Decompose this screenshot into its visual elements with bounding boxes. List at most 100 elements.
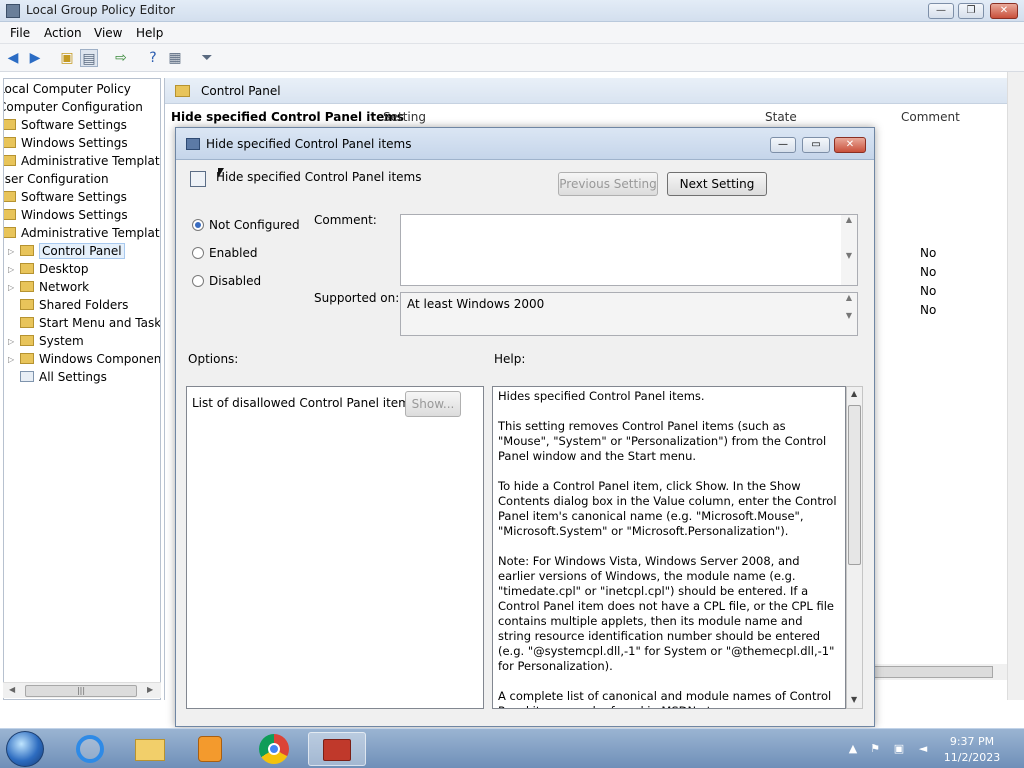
setting-state-value: No	[920, 303, 937, 317]
scroll-thumb[interactable]	[873, 666, 993, 678]
up-folder-icon[interactable]: ▣	[58, 49, 76, 67]
export-list-icon[interactable]: ⇨	[112, 49, 130, 67]
comment-scrollbar[interactable]: ▲ ▼	[841, 215, 857, 285]
show-hide-tree-icon[interactable]: ▤	[80, 49, 98, 67]
radio-enabled[interactable]: Enabled	[192, 246, 258, 260]
menu-view[interactable]: View	[94, 26, 122, 40]
clock-time: 9:37 PM	[949, 735, 995, 748]
scroll-thumb[interactable]	[848, 405, 861, 565]
disallowed-items-label: List of disallowed Control Panel items	[192, 396, 417, 410]
help-icon[interactable]: ?	[144, 49, 162, 67]
policy-icon	[186, 138, 200, 150]
previous-setting-button[interactable]: Previous Setting	[558, 172, 658, 196]
network-icon[interactable]: ▣	[892, 742, 906, 756]
properties-icon[interactable]: ▦	[166, 49, 184, 67]
volume-muted-icon[interactable]: ◄	[916, 742, 930, 756]
scroll-thumb[interactable]: |||	[25, 685, 137, 697]
tree-shared-folders[interactable]: Shared Folders	[20, 297, 128, 314]
radio-not-configured[interactable]: Not Configured	[192, 218, 300, 232]
internet-explorer-icon[interactable]	[68, 732, 112, 766]
tree-control-panel[interactable]: Control Panel	[20, 243, 125, 260]
tree-start-menu-taskbar[interactable]: Start Menu and Taskbar	[20, 315, 161, 332]
menu-action[interactable]: Action	[44, 26, 82, 40]
expand-arrow-icon[interactable]: ▷	[8, 283, 14, 292]
tree-computer-configuration[interactable]: Computer Configuration	[4, 99, 143, 116]
expand-arrow-icon[interactable]: ▷	[8, 265, 14, 274]
details-horizontal-scrollbar[interactable]	[873, 664, 1023, 680]
tree-item-label: Administrative Templates	[21, 226, 161, 240]
tree-item-label: Start Menu and Taskbar	[39, 316, 161, 330]
expand-arrow-icon[interactable]: ▷	[8, 337, 14, 346]
tree-network[interactable]: Network	[20, 279, 89, 296]
next-setting-button[interactable]: Next Setting	[667, 172, 767, 196]
tree-uc-software-settings[interactable]: Software Settings	[4, 189, 127, 206]
tree-horizontal-scrollbar[interactable]: ◀ ||| ▶	[3, 682, 161, 698]
radio-label: Not Configured	[209, 218, 300, 232]
mouse-cursor-icon	[218, 168, 224, 178]
back-arrow-icon[interactable]: ◀	[4, 49, 22, 67]
help-scrollbar[interactable]: ▲ ▼	[846, 386, 863, 709]
tree-local-computer-policy[interactable]: Local Computer Policy	[3, 81, 131, 98]
dialog-close-button[interactable]: ✕	[834, 137, 866, 153]
tree-uc-administrative-templates[interactable]: Administrative Templates	[4, 225, 161, 242]
expand-arrow-icon[interactable]: ▷	[8, 247, 14, 256]
tree-cc-windows-settings[interactable]: Windows Settings	[4, 135, 128, 152]
dialog-minimize-button[interactable]: —	[770, 137, 796, 153]
start-orb[interactable]	[6, 731, 44, 767]
system-clock[interactable]: 9:37 PM 11/2/2023	[940, 734, 1004, 766]
radio-button[interactable]	[192, 247, 204, 259]
folder-icon	[4, 227, 16, 238]
tree-cc-software-settings[interactable]: Software Settings	[4, 117, 127, 134]
filter-icon[interactable]: ⏷	[198, 49, 216, 67]
show-button[interactable]: Show...	[405, 391, 461, 417]
radio-label: Enabled	[209, 246, 258, 260]
dialog-titlebar[interactable]: Hide specified Control Panel items — ▭ ✕	[176, 128, 874, 160]
tree-windows-components[interactable]: Windows Components	[20, 351, 160, 368]
help-panel[interactable]: Hides specified Control Panel items. Thi…	[492, 386, 846, 709]
supported-on-value: At least Windows 2000	[407, 297, 545, 311]
selected-setting-title: Hide specified Control Panel items	[171, 110, 404, 124]
tree-item-label: Local Computer Policy	[3, 82, 131, 96]
minimize-button[interactable]: —	[928, 3, 954, 19]
column-setting[interactable]: Setting	[383, 110, 426, 124]
dialog-title: Hide specified Control Panel items	[206, 137, 412, 151]
close-button[interactable]: ✕	[990, 3, 1018, 19]
supported-on-field[interactable]: At least Windows 2000 ▲ ▼	[400, 292, 858, 336]
maximize-button[interactable]: ❐	[958, 3, 984, 19]
details-header-title: Control Panel	[201, 84, 281, 98]
tree-system[interactable]: System	[20, 333, 84, 350]
file-explorer-icon[interactable]	[128, 732, 172, 766]
tree-item-label: System	[39, 334, 84, 348]
supported-scrollbar[interactable]: ▲ ▼	[841, 293, 857, 335]
forward-arrow-icon[interactable]: ▶	[26, 49, 44, 67]
media-player-icon[interactable]	[188, 732, 232, 766]
column-state[interactable]: State	[765, 110, 797, 124]
tree-uc-windows-settings[interactable]: Windows Settings	[4, 207, 128, 224]
menu-help[interactable]: Help	[136, 26, 163, 40]
scroll-up-icon[interactable]: ▲	[851, 389, 857, 398]
radio-disabled[interactable]: Disabled	[192, 274, 261, 288]
column-comment[interactable]: Comment	[901, 110, 960, 124]
tree-item-label: Desktop	[39, 262, 89, 276]
radio-button[interactable]	[192, 219, 204, 231]
chrome-icon[interactable]	[252, 732, 296, 766]
scroll-down-icon[interactable]: ▼	[851, 695, 857, 704]
scroll-right-icon[interactable]: ▶	[147, 685, 153, 694]
group-policy-icon[interactable]	[308, 732, 366, 766]
dialog-maximize-button[interactable]: ▭	[802, 137, 830, 153]
comment-field[interactable]: ▲ ▼	[400, 214, 858, 286]
expand-arrow-icon[interactable]: ▷	[8, 355, 14, 364]
tray-expand-icon[interactable]: ▲	[846, 742, 860, 756]
tree-cc-administrative-templates[interactable]: Administrative Templates	[4, 153, 160, 170]
scroll-left-icon[interactable]: ◀	[9, 685, 15, 694]
tree-user-configuration[interactable]: User Configuration	[4, 171, 109, 188]
action-center-icon[interactable]: ⚑	[868, 742, 882, 756]
menu-file[interactable]: File	[10, 26, 30, 40]
supported-on-label: Supported on:	[314, 291, 400, 305]
window-titlebar[interactable]: Local Group Policy Editor — ❐ ✕	[0, 0, 1024, 22]
tree-all-settings[interactable]: All Settings	[20, 369, 107, 386]
tree-desktop[interactable]: Desktop	[20, 261, 89, 278]
radio-button[interactable]	[192, 275, 204, 287]
window-vertical-scrollbar[interactable]	[1007, 72, 1024, 700]
folder-icon	[20, 353, 34, 364]
